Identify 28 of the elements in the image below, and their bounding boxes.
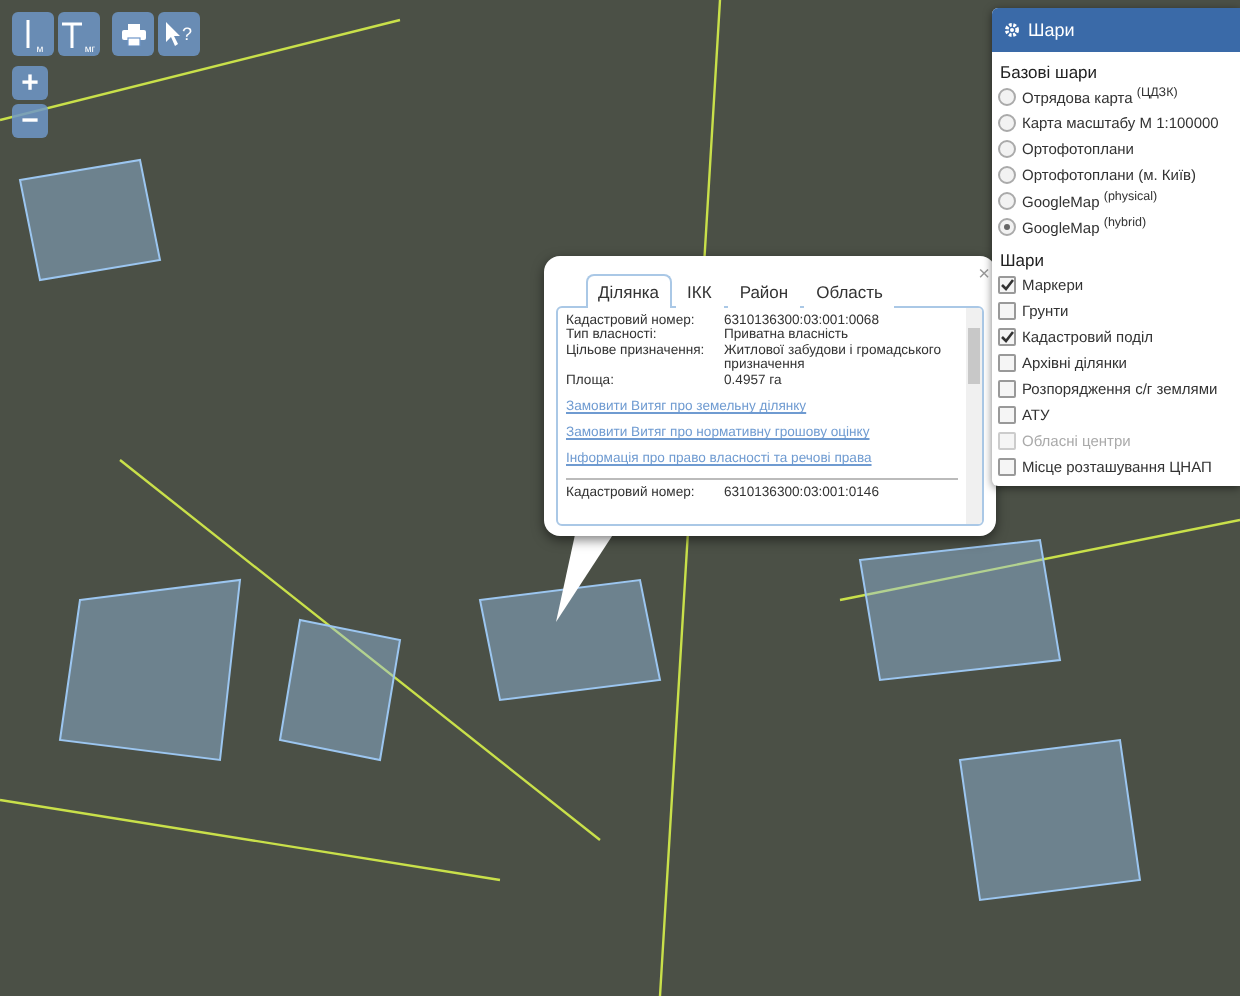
ruler-icon: [62, 20, 83, 48]
print-button[interactable]: [112, 12, 154, 56]
radio-button[interactable]: [998, 88, 1016, 106]
info-tool-button[interactable]: ?: [158, 12, 200, 56]
cursor-icon: [165, 22, 180, 46]
checkbox[interactable]: [998, 406, 1016, 424]
panel-title: Шари: [1028, 20, 1075, 40]
radio-button[interactable]: [998, 192, 1016, 210]
checkbox[interactable]: [998, 354, 1016, 372]
radio-button[interactable]: [998, 140, 1016, 158]
zoom-out-button[interactable]: −: [12, 104, 48, 138]
checkbox[interactable]: [998, 380, 1016, 398]
scrollbar[interactable]: [966, 308, 982, 524]
checkbox[interactable]: [998, 458, 1016, 476]
radio-button[interactable]: [998, 218, 1016, 236]
checkbox[interactable]: [998, 276, 1016, 294]
section-title: Базові шари: [998, 60, 1100, 84]
close-button[interactable]: ×: [978, 264, 990, 286]
radio-button[interactable]: [998, 166, 1016, 184]
radio-button[interactable]: [998, 114, 1016, 132]
gear-icon: [1004, 22, 1020, 38]
zoom-in-button[interactable]: +: [12, 66, 48, 100]
checkbox[interactable]: [998, 302, 1016, 320]
checkbox[interactable]: [998, 328, 1016, 346]
popup-tab[interactable]: Ділянка: [586, 274, 672, 308]
section-title: Шари: [998, 248, 1046, 272]
printer-icon: [121, 23, 145, 45]
ruler-icon: [22, 20, 35, 48]
